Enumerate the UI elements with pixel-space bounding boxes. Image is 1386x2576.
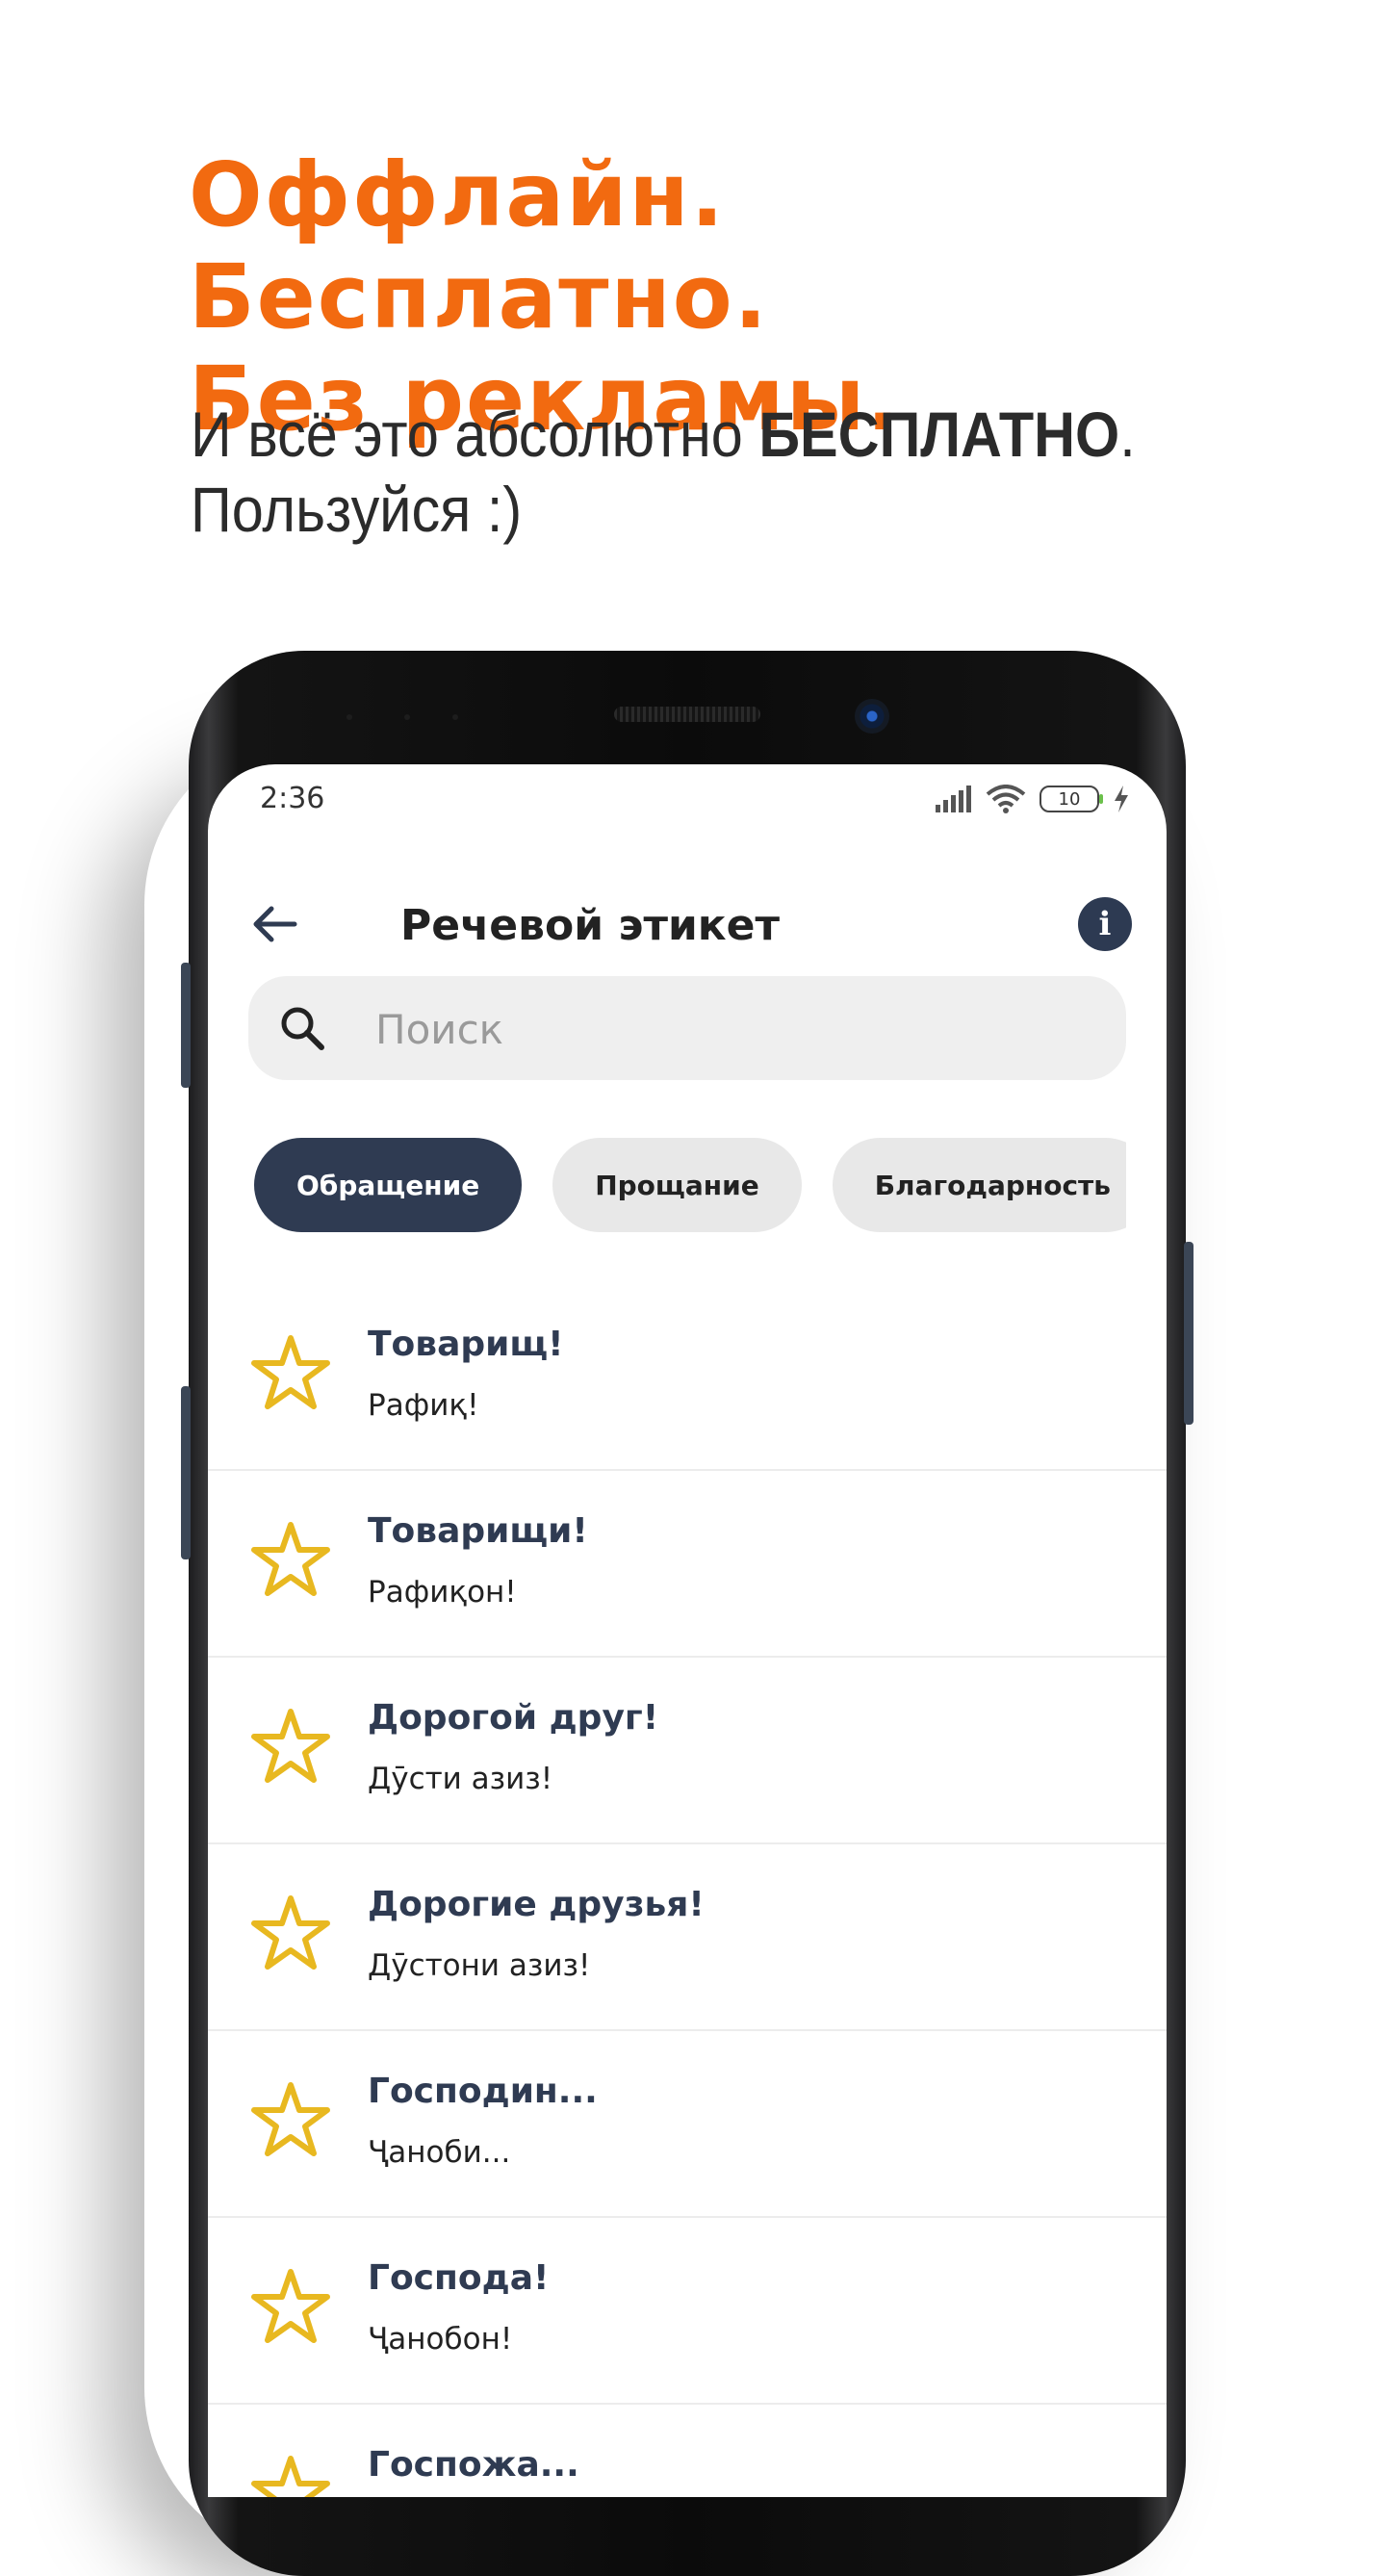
- phone-speaker: [614, 707, 760, 722]
- list-item[interactable]: Господин... Ҷаноби...: [208, 2031, 1167, 2218]
- list-item-title: Дорогие друзья!: [368, 1885, 705, 1924]
- charging-icon: [1115, 786, 1128, 812]
- star-icon[interactable]: [250, 1706, 331, 1787]
- promo-sub-prefix: И всё это абсолютно: [191, 399, 759, 470]
- promo-sub-suffix: .: [1119, 399, 1136, 470]
- list-item-subtitle: Рафиқон!: [368, 1575, 517, 1610]
- info-icon[interactable]: i: [1078, 897, 1132, 951]
- phone-power-button: [1184, 1242, 1194, 1425]
- status-icons: 10: [934, 782, 1130, 816]
- list-item-title: Господа!: [368, 2258, 550, 2298]
- list-item-subtitle: Ҷанобон!: [368, 2322, 513, 2357]
- star-icon[interactable]: [250, 2453, 331, 2497]
- list-item-title: Товарищи!: [368, 1511, 588, 1551]
- list-item-subtitle: Дӯсти азиз!: [368, 1762, 553, 1796]
- star-icon[interactable]: [250, 1332, 331, 1413]
- list-item[interactable]: Дорогой друг! Дӯсти азиз!: [208, 1658, 1167, 1844]
- sensor-dot: [404, 714, 410, 720]
- list-item-subtitle: Рафиқ!: [368, 1388, 479, 1423]
- list-item-title: Господин...: [368, 2072, 598, 2111]
- list-item[interactable]: Господа! Ҷанобон!: [208, 2218, 1167, 2405]
- chip-blagodarnost[interactable]: Благодарность: [832, 1138, 1126, 1232]
- star-icon[interactable]: [250, 1519, 331, 1600]
- list-item-title: Товарищ!: [368, 1325, 564, 1364]
- arrow-left-icon[interactable]: [246, 895, 304, 953]
- phone-camera: [855, 699, 889, 734]
- battery-icon: 10: [1040, 786, 1103, 812]
- star-icon[interactable]: [250, 1893, 331, 1973]
- phone-volume-button: [181, 963, 191, 1088]
- phone-side-button: [181, 1386, 191, 1559]
- signal-icon: [936, 786, 971, 812]
- sensor-dot: [346, 714, 352, 720]
- page-title: Речевой этикет: [400, 901, 780, 950]
- promo-sub-line2: Пользуйся :): [191, 474, 523, 545]
- list-item[interactable]: Госпожа...: [208, 2405, 1167, 2497]
- list-item[interactable]: Товарищи! Рафиқон!: [208, 1471, 1167, 1658]
- app-bar: Речевой этикет i: [208, 861, 1167, 986]
- chip-obrashchenie[interactable]: Обращение: [254, 1138, 523, 1232]
- list-item[interactable]: Товарищ! Рафиқ!: [208, 1284, 1167, 1471]
- search-icon: [281, 1007, 324, 1050]
- star-icon[interactable]: [250, 2079, 331, 2160]
- chip-proshchanie[interactable]: Прощание: [552, 1138, 802, 1232]
- list-item-subtitle: Ҷаноби...: [368, 2135, 511, 2170]
- wifi-icon: [986, 785, 1026, 813]
- list-item-title: Госпожа...: [368, 2445, 579, 2485]
- list-item-subtitle: Дӯстони азиз!: [368, 1948, 591, 1983]
- promo-title-line1: Оффлайн. Бесплатно.: [189, 143, 769, 348]
- promo-sub-bold: БЕСПЛАТНО: [758, 399, 1120, 470]
- status-time: 2:36: [260, 782, 325, 815]
- phone-screen: 2:36 10 Речевой этикет i Поиск Обращение…: [208, 764, 1167, 2497]
- category-chips: Обращение Прощание Благодарность: [254, 1138, 1126, 1232]
- star-icon[interactable]: [250, 2266, 331, 2347]
- promo-subtitle: И всё это абсолютно БЕСПЛАТНО. Пользуйся …: [191, 397, 1187, 547]
- list-item[interactable]: Дорогие друзья! Дӯстони азиз!: [208, 1844, 1167, 2031]
- sensor-dot: [452, 714, 458, 720]
- search-input[interactable]: [373, 997, 1090, 1061]
- search-bar: [248, 976, 1126, 1080]
- list-item-title: Дорогой друг!: [368, 1698, 659, 1738]
- phrase-list: Товарищ! Рафиқ! Товарищи! Рафиқон! Дорог…: [208, 1284, 1167, 2497]
